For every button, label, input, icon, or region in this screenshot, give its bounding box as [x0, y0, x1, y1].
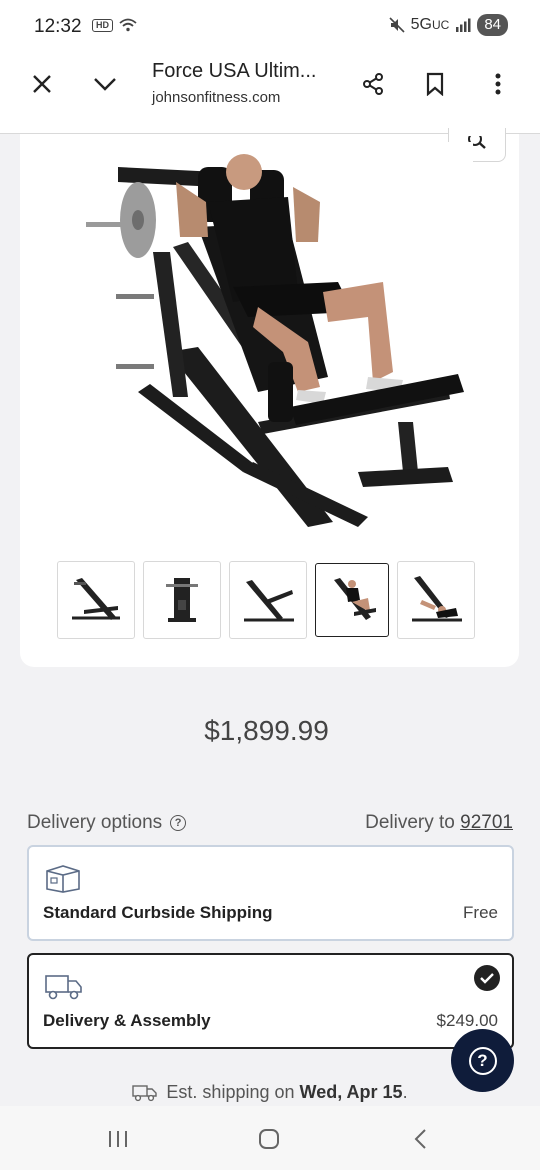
selected-check-icon	[474, 965, 500, 991]
battery-indicator: 84	[477, 14, 508, 36]
more-vert-icon[interactable]	[483, 69, 513, 99]
system-nav-bar	[0, 1106, 540, 1170]
bookmark-icon[interactable]	[420, 69, 450, 99]
recent-apps-icon[interactable]	[98, 1124, 138, 1154]
help-icon[interactable]: ?	[170, 815, 187, 831]
option-name: Delivery & Assembly	[43, 1011, 211, 1030]
option-price: Free	[463, 903, 498, 922]
truck-icon	[132, 1084, 158, 1101]
network-label: 5GUC	[410, 16, 450, 33]
delivery-assembly-option[interactable]: Delivery & Assembly $249.00	[27, 953, 514, 1049]
option-name: Standard Curbside Shipping	[43, 903, 273, 922]
mute-icon	[389, 17, 405, 33]
thumbnail-5[interactable]	[397, 561, 475, 639]
thumbnail-1[interactable]	[57, 561, 135, 639]
home-icon[interactable]	[249, 1124, 289, 1154]
delivery-options-header: Delivery options ?	[27, 812, 187, 834]
signal-icon	[456, 18, 471, 32]
product-main-image[interactable]	[58, 142, 473, 542]
product-price: $1,899.99	[204, 715, 329, 746]
standard-curbside-option[interactable]: Standard Curbside Shipping Free	[27, 845, 514, 941]
hd-badge: HD	[92, 18, 113, 32]
browser-toolbar: Force USA Ultim... johnsonfitness.com	[0, 52, 540, 120]
thumbnail-4[interactable]	[315, 563, 389, 637]
back-icon[interactable]	[400, 1124, 440, 1154]
delivery-options-label: Delivery options	[27, 812, 163, 833]
page-domain[interactable]: johnsonfitness.com	[152, 89, 280, 106]
truck-icon	[44, 971, 84, 1006]
wifi-icon	[119, 18, 137, 32]
thumbnail-strip	[57, 561, 475, 639]
product-gallery-card	[20, 128, 519, 667]
zip-code-link[interactable]: 92701	[460, 812, 513, 833]
thumbnail-2[interactable]	[143, 561, 221, 639]
status-bar: 12:32 HD 5GUC 84	[0, 0, 540, 52]
estimated-shipping: Est. shipping on Wed, Apr 15.	[0, 1082, 540, 1103]
close-icon[interactable]	[27, 69, 57, 99]
share-icon[interactable]	[358, 69, 388, 99]
est-shipping-prefix: Est. shipping on	[166, 1082, 295, 1102]
status-time: 12:32	[34, 16, 82, 37]
option-price: $249.00	[436, 1011, 498, 1030]
est-shipping-suffix: .	[402, 1082, 408, 1102]
thumbnail-3[interactable]	[229, 561, 307, 639]
chevron-down-icon[interactable]	[90, 69, 120, 99]
delivery-to: Delivery to 92701	[365, 812, 513, 834]
page-title[interactable]: Force USA Ultim...	[152, 60, 316, 83]
est-shipping-date: Wed, Apr 15	[299, 1082, 403, 1102]
question-icon: ?	[468, 1046, 497, 1075]
box-icon	[44, 863, 82, 898]
delivery-to-label: Delivery to	[365, 812, 455, 833]
